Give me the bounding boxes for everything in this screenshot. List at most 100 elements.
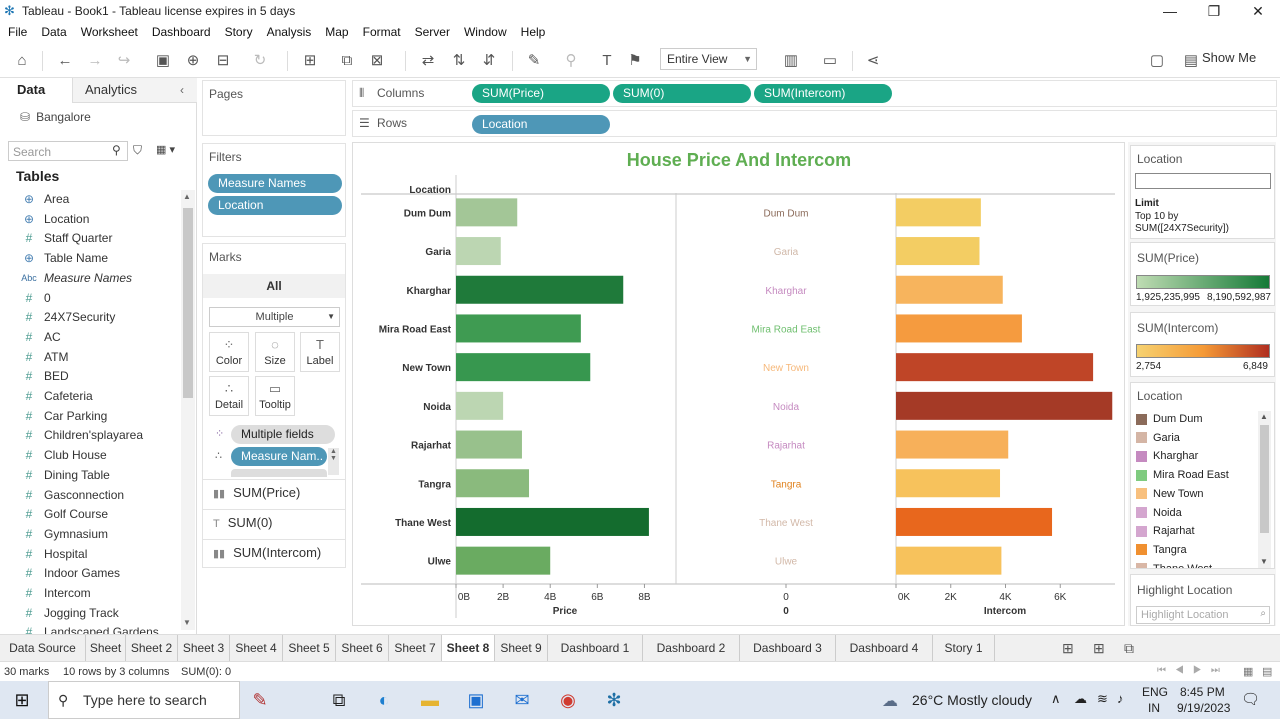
show-me-button[interactable]: Show Me <box>1202 50 1256 65</box>
maximize-icon[interactable]: ❐ <box>1194 2 1234 20</box>
back-icon[interactable]: ← <box>55 51 75 71</box>
sheet-nav-icons[interactable]: ⏮◀▶⏭ <box>1157 665 1229 676</box>
price-bar[interactable] <box>456 546 551 575</box>
location-legend-item[interactable]: Dum Dum <box>1136 413 1203 425</box>
field-item[interactable]: # Staff Quarter <box>20 229 113 247</box>
sheet-tab[interactable]: Sheet 4 <box>230 635 283 662</box>
detail-button[interactable]: ∴ Detail <box>209 376 249 416</box>
save-icon[interactable]: ▣ <box>153 51 173 71</box>
rows-pill-location[interactable]: Location <box>472 115 610 134</box>
price-bar[interactable] <box>456 469 530 498</box>
menu-window[interactable]: Window <box>464 25 507 39</box>
field-item[interactable]: # Jogging Track <box>20 604 119 622</box>
field-item[interactable]: Abc Measure Names <box>20 269 132 287</box>
columns-pill-price[interactable]: SUM(Price) <box>472 84 610 103</box>
sheet-tab[interactable]: Sheet 6 <box>336 635 389 662</box>
field-item[interactable]: # BED <box>20 367 69 385</box>
menu-analysis[interactable]: Analysis <box>267 25 312 39</box>
price-bar[interactable] <box>456 198 518 227</box>
new-datasource-icon[interactable]: ⊕ <box>183 51 203 71</box>
marks-sum-intercom[interactable]: ▮▮ SUM(Intercom) <box>213 545 321 560</box>
share-icon[interactable]: ⋖ <box>863 51 883 71</box>
location-legend-item[interactable]: New Town <box>1136 488 1204 500</box>
file-explorer-icon[interactable]: ▬ <box>416 687 444 713</box>
columns-shelf[interactable]: ⦀ Columns SUM(Price) SUM(0) SUM(Intercom… <box>352 80 1277 107</box>
sheet-tab[interactable]: Sheet 9 <box>495 635 548 662</box>
intercom-bar[interactable] <box>896 353 1094 382</box>
field-item[interactable]: # Golf Course <box>20 505 108 523</box>
pages-card[interactable]: Pages <box>202 80 346 136</box>
fit-view-select[interactable]: Entire View ▼ <box>660 48 757 70</box>
refresh-icon[interactable]: ↻ <box>250 51 270 71</box>
field-item[interactable]: #0 <box>20 289 51 307</box>
redo-icon[interactable]: ↪ <box>114 51 134 71</box>
sheet-tab[interactable]: Sheet 8 <box>442 635 495 662</box>
grid-view-icon[interactable]: ▦ <box>1243 665 1253 678</box>
color-button[interactable]: ⁘ Color <box>209 332 249 372</box>
swap-icon[interactable]: ⇄ <box>418 51 438 71</box>
sheet-tab[interactable]: Sheet 1 <box>86 635 126 682</box>
price-bar[interactable] <box>456 314 581 343</box>
sort-ascending-icon[interactable]: ⇅ <box>449 51 469 71</box>
mail-icon[interactable]: ✉ <box>508 687 536 713</box>
label-button[interactable]: T Label <box>300 332 340 372</box>
sheet-tab[interactable]: Dashboard 3 <box>740 635 836 662</box>
menu-server[interactable]: Server <box>415 25 450 39</box>
highlight-dropdown-icon[interactable]: ⌕ <box>1260 608 1266 619</box>
sheet-tab[interactable]: Sheet 3 <box>178 635 230 662</box>
pause-update-icon[interactable]: ⊟ <box>213 51 233 71</box>
clear-sheet-icon[interactable]: ⊠ <box>367 51 387 71</box>
field-item[interactable]: # Gasconnection <box>20 486 124 504</box>
menu-map[interactable]: Map <box>325 25 348 39</box>
sheet-tab[interactable]: Dashboard 1 <box>548 635 643 662</box>
tab-data[interactable]: Data <box>17 82 45 97</box>
forward-icon[interactable]: → <box>85 51 105 71</box>
duplicate-sheet-icon[interactable]: ⧉ <box>337 51 357 71</box>
chrome-icon[interactable]: ◉ <box>554 687 582 713</box>
location-legend-item[interactable]: Mira Road East <box>1136 469 1229 481</box>
intercom-bar[interactable] <box>896 314 1022 343</box>
field-item[interactable]: # Gymnasium <box>20 525 108 543</box>
tray-chevron-icon[interactable]: ∧ <box>1051 691 1061 707</box>
tableau-taskbar-icon[interactable]: ✻ <box>600 687 628 713</box>
cloud-tray-icon[interactable]: ☁ <box>1074 691 1087 707</box>
sheet-tab[interactable]: Dashboard 2 <box>643 635 740 662</box>
field-item[interactable]: # Hospital <box>20 545 88 563</box>
menu-help[interactable]: Help <box>521 25 546 39</box>
filter-measure-names-pill[interactable]: Measure Names <box>208 174 342 193</box>
columns-pill-intercom[interactable]: SUM(Intercom) <box>754 84 892 103</box>
field-item[interactable]: # Club House <box>20 446 107 464</box>
location-legend-item[interactable]: Tangra <box>1136 544 1187 556</box>
labels-icon[interactable]: T <box>597 51 617 71</box>
notifications-icon[interactable]: 🗨 <box>1241 690 1260 708</box>
sheet-tab[interactable]: Story 1 <box>933 635 995 662</box>
list-view-icon[interactable]: ▤ <box>1262 665 1272 678</box>
field-item[interactable]: # Cafeteria <box>20 387 93 405</box>
sheet-tab[interactable]: Data Source <box>0 635 86 662</box>
menu-format[interactable]: Format <box>363 25 401 39</box>
marks-all-tab[interactable]: All <box>203 274 345 298</box>
new-worksheet-tab-icon[interactable]: ⊞ <box>1062 640 1074 657</box>
taskbar-search[interactable]: ⚲ Type here to search <box>48 681 240 719</box>
sort-descending-icon[interactable]: ⇵ <box>479 51 499 71</box>
task-view-icon[interactable]: ⧉ <box>325 687 353 713</box>
fix-axes-icon[interactable]: ⚑ <box>625 51 645 71</box>
group-icon[interactable]: ⚲ <box>561 51 581 71</box>
location-legend-item[interactable]: Garia <box>1136 432 1180 444</box>
location-legend-item[interactable]: Noida <box>1136 507 1182 519</box>
price-bar[interactable] <box>456 237 501 266</box>
worksheet-view[interactable]: House Price And Intercom Location Dum Du… <box>352 142 1125 626</box>
marks-third-pill[interactable] <box>231 469 327 477</box>
marks-scroll[interactable]: ▲ ▼ <box>328 448 339 475</box>
mark-type-select[interactable]: Multiple ▼ <box>209 307 340 327</box>
highlight-input[interactable]: Highlight Location <box>1136 606 1270 624</box>
marks-sum-0[interactable]: T SUM(0) <box>213 515 273 530</box>
new-worksheet-icon[interactable]: ⊞ <box>300 51 320 71</box>
menu-worksheet[interactable]: Worksheet <box>81 25 138 39</box>
price-bar[interactable] <box>456 275 624 304</box>
columns-pill-zero[interactable]: SUM(0) <box>613 84 751 103</box>
field-item[interactable]: # Children'splayarea <box>20 426 143 444</box>
minimize-icon[interactable]: — <box>1150 2 1190 20</box>
presentation-icon[interactable]: ▭ <box>820 51 840 71</box>
intercom-bar[interactable] <box>896 391 1113 420</box>
